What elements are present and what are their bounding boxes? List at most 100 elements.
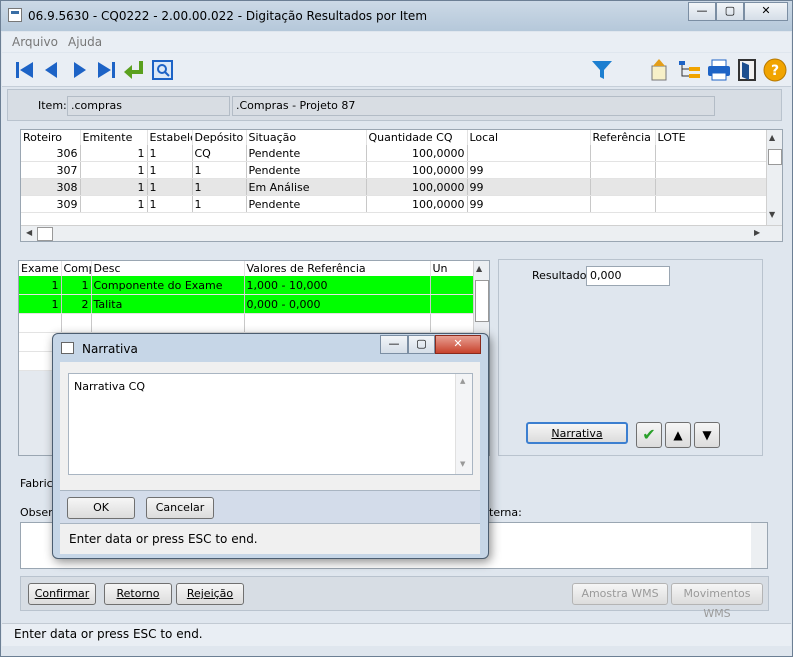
confirmar-button[interactable]: Confirmar bbox=[28, 583, 96, 605]
help-icon-glyph: ? bbox=[771, 63, 779, 79]
cancelar-button[interactable]: Cancelar bbox=[146, 497, 214, 519]
cell-valores: 1,000 - 10,000 bbox=[244, 276, 431, 295]
narrativa-vscroll[interactable]: ▲ ▼ bbox=[455, 374, 472, 474]
table-row[interactable]: 309 1 1 1 Pendente 100,0000 99 bbox=[21, 195, 768, 213]
narrativa-textarea[interactable]: Narrativa CQ ▲ ▼ bbox=[68, 373, 473, 475]
cell-referencia bbox=[590, 161, 656, 179]
scroll-down-icon[interactable]: ▼ bbox=[769, 210, 775, 219]
search-icon[interactable] bbox=[150, 57, 176, 83]
close-button[interactable]: ✕ bbox=[744, 2, 788, 21]
cell-un bbox=[430, 276, 474, 295]
table-row[interactable]: 1 1 Componente do Exame 1,000 - 10,000 bbox=[19, 276, 474, 295]
first-icon[interactable] bbox=[12, 57, 38, 83]
scroll-up-icon[interactable]: ▲ bbox=[769, 133, 775, 142]
col-local[interactable]: Local bbox=[467, 130, 591, 145]
col-lote[interactable]: LOTE bbox=[655, 130, 768, 145]
table-row[interactable]: 308 1 1 1 Em Análise 100,0000 99 bbox=[21, 178, 768, 196]
table-row[interactable]: 307 1 1 1 Pendente 100,0000 99 bbox=[21, 161, 768, 179]
col-valores-referencia[interactable]: Valores de Referência bbox=[244, 261, 431, 276]
col-referencia[interactable]: Referência bbox=[590, 130, 656, 145]
col-exame[interactable]: Exame bbox=[19, 261, 62, 276]
menu-arquivo[interactable]: Arquivo bbox=[12, 35, 58, 49]
cell-estabelec: 1 bbox=[147, 178, 193, 196]
rejeicao-button[interactable]: Rejeição bbox=[176, 583, 244, 605]
col-desc[interactable]: Desc bbox=[91, 261, 245, 276]
filter-icon[interactable] bbox=[589, 57, 615, 83]
cell-comp: 2 bbox=[61, 294, 92, 314]
status-bar: Enter data or press ESC to end. bbox=[2, 623, 791, 646]
cell-situacao: Pendente bbox=[246, 145, 367, 162]
goto-icon[interactable] bbox=[121, 57, 147, 83]
col-comp[interactable]: Comp bbox=[61, 261, 92, 276]
amostra-wms-button[interactable]: Amostra WMS bbox=[572, 583, 668, 605]
table-row[interactable] bbox=[19, 313, 474, 333]
cell-desc: Componente do Exame bbox=[91, 276, 245, 295]
check-button[interactable]: ✔ bbox=[636, 422, 662, 448]
col-deposito[interactable]: Depósito bbox=[192, 130, 247, 145]
print-icon[interactable] bbox=[706, 57, 732, 83]
narrativa-button[interactable]: Narrativa bbox=[526, 422, 628, 444]
roteiro-vscroll[interactable]: ▲ ▼ bbox=[766, 130, 782, 225]
cell-lote bbox=[655, 178, 768, 196]
roteiro-hscroll[interactable]: ◀ ▶ bbox=[21, 225, 782, 241]
col-situacao[interactable]: Situação bbox=[246, 130, 367, 145]
observacao-vscroll[interactable] bbox=[751, 523, 767, 568]
roteiro-grid: Roteiro Emitente Estabelec Depósito Situ… bbox=[20, 129, 783, 242]
menu-ajuda[interactable]: Ajuda bbox=[68, 35, 102, 49]
minimize-button[interactable]: — bbox=[688, 2, 716, 21]
dialog-status-text: Enter data or press ESC to end. bbox=[69, 532, 258, 546]
cell-estabelec: 1 bbox=[147, 195, 193, 213]
tree-icon[interactable] bbox=[677, 57, 703, 83]
exit-icon[interactable] bbox=[734, 57, 760, 83]
cell-exame: 1 bbox=[19, 276, 62, 295]
cell-referencia bbox=[590, 195, 656, 213]
cell-desc: Talita bbox=[91, 294, 245, 314]
title-bar[interactable]: 06.9.5630 - CQ0222 - 2.00.00.022 - Digit… bbox=[1, 1, 792, 31]
scroll-up-icon[interactable]: ▲ bbox=[476, 264, 482, 273]
retorno-button[interactable]: Retorno bbox=[104, 583, 172, 605]
scroll-left-icon[interactable]: ◀ bbox=[26, 228, 32, 237]
window-title: 06.9.5630 - CQ0222 - 2.00.00.022 - Digit… bbox=[28, 9, 428, 23]
cell-local: 99 bbox=[467, 195, 591, 213]
item-code-field[interactable]: .compras bbox=[67, 96, 230, 116]
col-roteiro[interactable]: Roteiro bbox=[21, 130, 81, 145]
col-quantidade-cq[interactable]: Quantidade CQ bbox=[366, 130, 468, 145]
move-up-button[interactable]: ▲ bbox=[665, 422, 691, 448]
scroll-thumb[interactable] bbox=[768, 149, 782, 165]
dialog-close-button[interactable]: ✕ bbox=[435, 335, 481, 354]
cell-roteiro: 307 bbox=[21, 161, 81, 179]
dialog-title-bar[interactable]: Narrativa — ▢ ✕ bbox=[53, 334, 488, 360]
scroll-down-icon[interactable]: ▼ bbox=[460, 460, 465, 468]
col-un[interactable]: Un bbox=[430, 261, 474, 276]
cell-deposito: 1 bbox=[192, 178, 247, 196]
cell-roteiro: 308 bbox=[21, 178, 81, 196]
result-panel: Resultado: 0,000 Narrativa ✔ ▲ ▼ bbox=[498, 259, 763, 456]
resultado-input[interactable]: 0,000 bbox=[586, 266, 670, 286]
maximize-button[interactable]: ▢ bbox=[716, 2, 744, 21]
ok-button[interactable]: OK bbox=[67, 497, 135, 519]
next-icon[interactable] bbox=[66, 57, 92, 83]
scroll-up-icon[interactable]: ▲ bbox=[460, 377, 465, 385]
dialog-minimize-button[interactable]: — bbox=[380, 335, 408, 354]
help-icon[interactable]: ? bbox=[762, 57, 788, 83]
movimentos-wms-button[interactable]: Movimentos WMS bbox=[671, 583, 763, 620]
last-icon[interactable] bbox=[93, 57, 119, 83]
prev-icon[interactable] bbox=[39, 57, 65, 83]
move-down-button[interactable]: ▼ bbox=[694, 422, 720, 448]
scroll-right-icon[interactable]: ▶ bbox=[754, 228, 760, 237]
dialog-maximize-button[interactable]: ▢ bbox=[408, 335, 435, 354]
dialog-title: Narrativa bbox=[82, 342, 138, 356]
col-estabelec[interactable]: Estabelec bbox=[147, 130, 193, 145]
cell-situacao: Pendente bbox=[246, 161, 367, 179]
table-row[interactable]: 306 1 1 CQ Pendente 100,0000 bbox=[21, 145, 768, 162]
hscroll-thumb[interactable] bbox=[37, 227, 53, 241]
scroll-thumb[interactable] bbox=[475, 280, 489, 322]
table-row[interactable]: 1 2 Talita 0,000 - 0,000 bbox=[19, 294, 474, 314]
app-window-icon bbox=[8, 8, 22, 22]
menu-bar: Arquivo Ajuda bbox=[2, 32, 791, 52]
col-emitente[interactable]: Emitente bbox=[80, 130, 148, 145]
export-icon[interactable] bbox=[646, 57, 672, 83]
status-text: Enter data or press ESC to end. bbox=[14, 627, 203, 641]
cell-referencia bbox=[590, 145, 656, 162]
roteiro-table: Roteiro Emitente Estabelec Depósito Situ… bbox=[21, 130, 768, 213]
